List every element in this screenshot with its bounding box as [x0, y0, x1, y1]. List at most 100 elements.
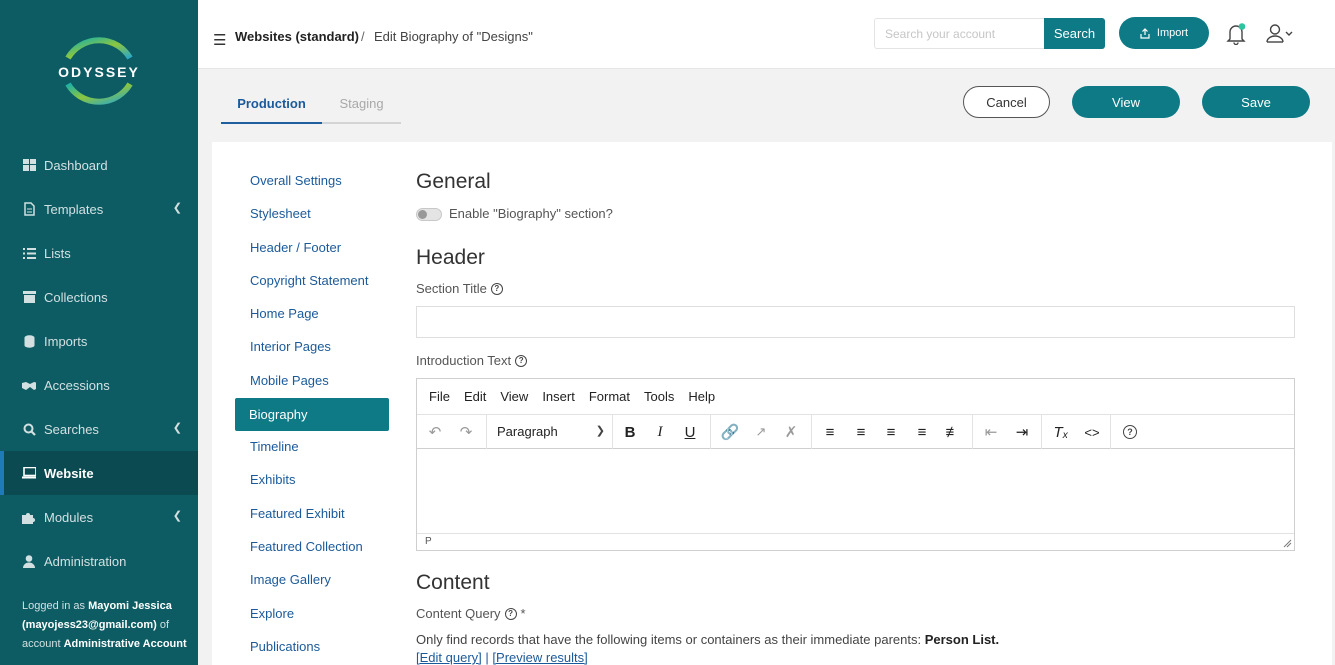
sidebar-item-label: Website — [44, 465, 94, 481]
sidebar-item-imports[interactable]: Imports — [0, 319, 198, 363]
strikethrough-lines-icon[interactable]: ≢ — [942, 422, 964, 442]
open-link-icon[interactable]: ↗ — [750, 422, 772, 442]
laptop-icon — [22, 466, 36, 480]
breadcrumb-separator: / — [361, 29, 365, 44]
settings-nav-header-footer[interactable]: Header / Footer — [250, 240, 341, 255]
logo-text: ODYSSEY — [58, 64, 140, 80]
search-icon — [22, 422, 36, 436]
undo-icon[interactable]: ↶ — [424, 422, 446, 442]
settings-nav-featured-collection[interactable]: Featured Collection — [250, 539, 363, 554]
settings-nav-publications[interactable]: Publications — [250, 639, 320, 654]
sidebar-item-dashboard[interactable]: Dashboard — [0, 143, 198, 187]
settings-nav-timeline[interactable]: Timeline — [250, 439, 299, 454]
chevron-left-icon: ❮ — [172, 422, 182, 434]
top-bar: ☰ Websites (standard) / Edit Biography o… — [198, 0, 1335, 69]
settings-nav-featured-exhibit[interactable]: Featured Exhibit — [250, 506, 345, 521]
section-title-input[interactable] — [416, 306, 1295, 338]
archive-icon — [22, 290, 36, 304]
edit-query-link[interactable]: [Edit query] — [416, 650, 482, 665]
tab-staging[interactable]: Staging — [322, 84, 401, 124]
enable-section-toggle[interactable] — [416, 208, 442, 221]
database-icon — [22, 334, 36, 348]
settings-nav-copyright[interactable]: Copyright Statement — [250, 273, 369, 288]
editor-menu-edit[interactable]: Edit — [464, 389, 486, 404]
preview-results-link[interactable]: [Preview results] — [492, 650, 587, 665]
sidebar-item-modules[interactable]: Modules ❮ — [0, 495, 198, 539]
save-button[interactable]: Save — [1202, 86, 1310, 118]
sidebar-item-searches[interactable]: Searches ❮ — [0, 407, 198, 451]
tab-production[interactable]: Production — [221, 84, 322, 124]
editor-toolbar: ↶ ↷ Paragraph ❯ B I U 🔗 ↗ ✗ ≡ ≡ ≡ ≡ ≢ ⇤ … — [417, 415, 1294, 449]
search-button[interactable]: Search — [1044, 18, 1105, 49]
cancel-button[interactable]: Cancel — [963, 86, 1050, 118]
outdent-icon[interactable]: ⇤ — [980, 422, 1002, 442]
help-icon[interactable]: ? — [504, 607, 517, 620]
settings-nav-biography[interactable]: Biography — [235, 398, 389, 431]
settings-nav-explore[interactable]: Explore — [250, 606, 294, 621]
editor-menu-format[interactable]: Format — [589, 389, 630, 404]
editor-menu-tools[interactable]: Tools — [644, 389, 674, 404]
align-justify-icon[interactable]: ≡ — [911, 422, 933, 442]
sidebar-item-label: Searches — [44, 421, 99, 437]
editor-menu-insert[interactable]: Insert — [542, 389, 575, 404]
sidebar-item-label: Modules — [44, 509, 94, 525]
block-format-select[interactable]: Paragraph ❯ — [497, 424, 605, 439]
notification-bell-icon[interactable] — [1226, 23, 1246, 45]
query-target: Person List. — [924, 632, 1000, 647]
settings-nav-mobile-pages[interactable]: Mobile Pages — [250, 373, 329, 388]
sidebar-item-label: Lists — [44, 245, 71, 261]
breadcrumb-root[interactable]: Websites (standard) — [235, 29, 359, 44]
align-right-icon[interactable]: ≡ — [880, 422, 902, 442]
source-code-icon[interactable]: <> — [1081, 422, 1103, 442]
sidebar-item-label: Collections — [44, 289, 108, 305]
enable-section-label: Enable "Biography" section? — [449, 206, 613, 221]
editor-menu-help[interactable]: Help — [688, 389, 715, 404]
logged-in-info: Logged in as Mayomi Jessica (mayojess23@… — [22, 600, 187, 650]
settings-nav-interior-pages[interactable]: Interior Pages — [250, 339, 331, 354]
sidebar-item-collections[interactable]: Collections — [0, 275, 198, 319]
user-menu-icon[interactable] — [1266, 24, 1296, 44]
settings-nav-stylesheet[interactable]: Stylesheet — [250, 206, 311, 221]
align-center-icon[interactable]: ≡ — [850, 422, 872, 442]
section-title-label: Section Title ? — [416, 281, 503, 296]
rich-text-editor[interactable]: File Edit View Insert Format Tools Help … — [416, 378, 1295, 551]
odyssey-logo[interactable]: ODYSSEY — [58, 28, 140, 114]
editor-menu-view[interactable]: View — [500, 389, 528, 404]
sidebar-item-templates[interactable]: Templates ❮ — [0, 187, 198, 231]
italic-icon[interactable]: I — [649, 422, 671, 442]
settings-nav-exhibits[interactable]: Exhibits — [250, 472, 296, 487]
chevron-left-icon: ❮ — [172, 202, 182, 214]
clear-formatting-icon[interactable]: Tₓ — [1050, 422, 1072, 442]
search-input[interactable] — [874, 18, 1045, 49]
sidebar-item-administration[interactable]: Administration — [0, 539, 198, 583]
unlink-icon[interactable]: ✗ — [780, 422, 802, 442]
help-icon[interactable]: ? — [490, 282, 503, 295]
editor-menu-file[interactable]: File — [429, 389, 450, 404]
redo-icon[interactable]: ↷ — [455, 422, 477, 442]
sidebar-item-lists[interactable]: Lists — [0, 231, 198, 275]
bold-icon[interactable]: B — [619, 422, 641, 442]
sidebar-item-label: Accessions — [44, 377, 110, 393]
sidebar-item-website[interactable]: Website — [0, 451, 198, 495]
sidebar: ODYSSEY Dashboard Templates ❮ Lists Coll… — [0, 0, 198, 665]
hamburger-menu-icon[interactable]: ☰ — [213, 31, 226, 49]
settings-nav-overall[interactable]: Overall Settings — [250, 173, 342, 188]
sidebar-item-label: Imports — [44, 333, 88, 349]
user-icon — [22, 554, 36, 568]
help-icon[interactable]: ? — [515, 354, 528, 367]
sidebar-item-accessions[interactable]: Accessions — [0, 363, 198, 407]
align-left-icon[interactable]: ≡ — [819, 422, 841, 442]
handshake-icon — [22, 378, 36, 392]
import-button[interactable]: Import — [1119, 17, 1209, 49]
settings-nav-image-gallery[interactable]: Image Gallery — [250, 572, 331, 587]
help-circle-icon[interactable]: ? — [1119, 422, 1141, 442]
resize-handle-icon[interactable] — [1283, 539, 1292, 548]
settings-nav-home-page[interactable]: Home Page — [250, 306, 319, 321]
link-icon[interactable]: 🔗 — [719, 422, 741, 442]
general-heading: General — [416, 170, 491, 193]
underline-icon[interactable]: U — [679, 422, 701, 442]
element-path: P — [425, 536, 432, 547]
view-button[interactable]: View — [1072, 86, 1180, 118]
indent-icon[interactable]: ⇥ — [1011, 422, 1033, 442]
header-heading: Header — [416, 246, 485, 269]
